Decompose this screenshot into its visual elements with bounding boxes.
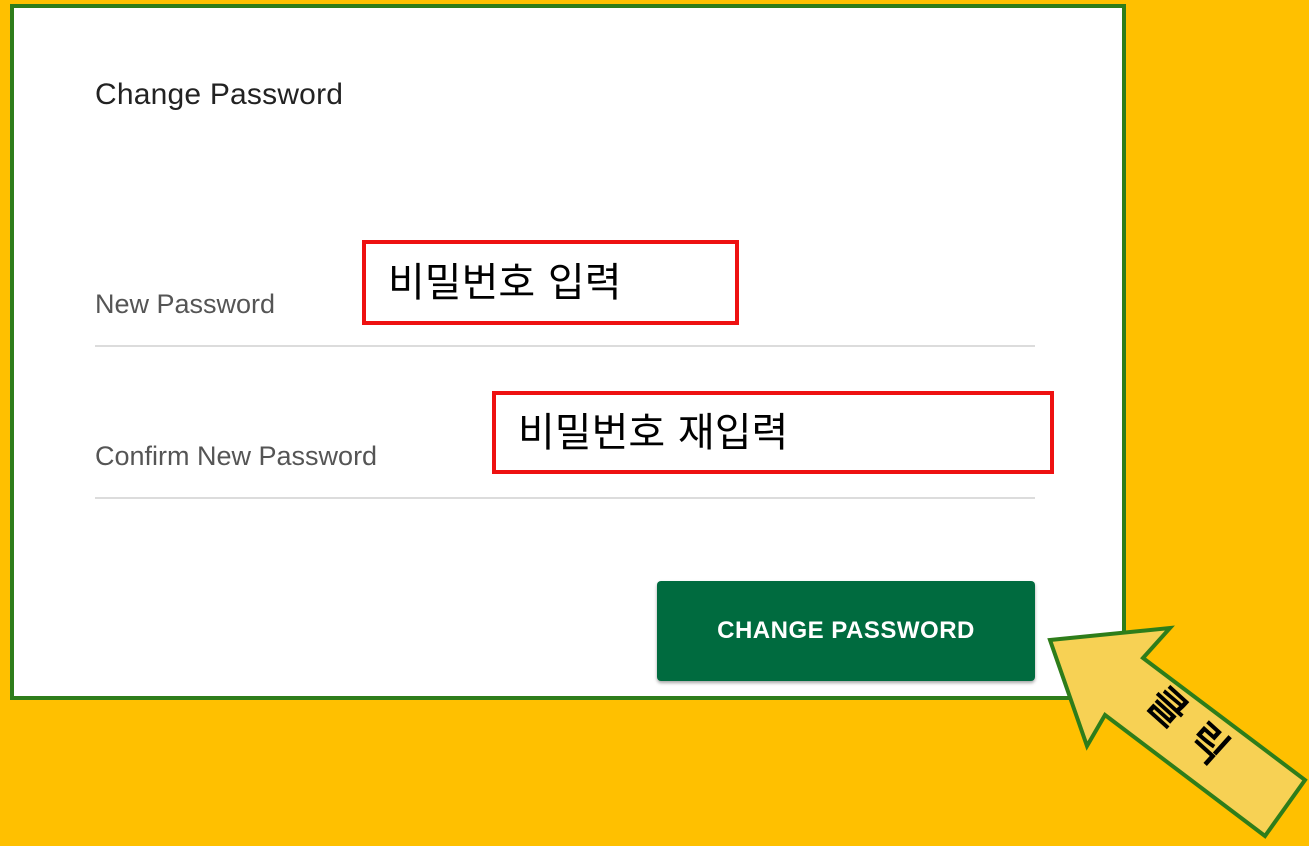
arrow-pointer-icon <box>1047 625 1308 839</box>
